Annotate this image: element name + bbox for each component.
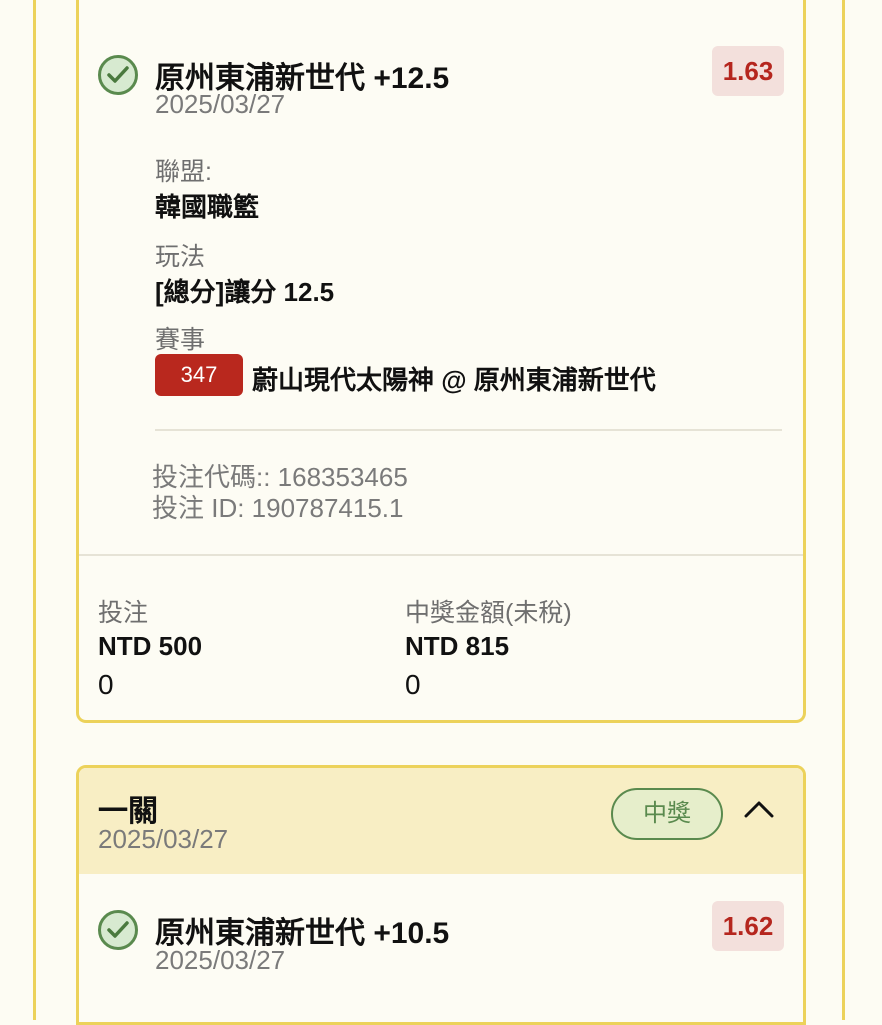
bet-card-header[interactable]: 一關 2025/03/27 中獎 <box>79 768 803 874</box>
bet-date: 2025/03/27 <box>98 824 229 854</box>
selection-date: 2025/03/27 <box>155 945 286 975</box>
payout-extra: 0 <box>405 669 421 700</box>
market-label: 玩法 <box>155 243 206 271</box>
odds-badge: 1.62 <box>712 901 784 951</box>
stake-extra: 0 <box>98 669 114 700</box>
market-value: [總分]讓分 12.5 <box>155 277 335 307</box>
chevron-up-icon[interactable] <box>743 798 775 820</box>
stake-label: 投注 <box>98 599 149 627</box>
bet-card: 一關 2025/03/27 中獎 原州東浦新世代 +10.5 2025/03/2… <box>76 765 806 1025</box>
event-label: 賽事 <box>155 326 206 354</box>
stake-value: NTD 500 <box>98 631 203 661</box>
bet-id: 投注 ID: 190787415.1 <box>152 493 404 523</box>
payout-value: NTD 815 <box>405 631 510 661</box>
league-label: 聯盟: <box>155 158 212 186</box>
league-value: 韓國職籃 <box>155 192 260 222</box>
payout-label: 中獎金額(未稅) <box>405 599 572 627</box>
bet-card: 原州東浦新世代 +12.5 2025/03/27 1.63 聯盟: 韓國職籃 玩… <box>76 0 806 723</box>
selection-date: 2025/03/27 <box>155 89 286 119</box>
divider <box>155 429 782 431</box>
event-name: 蔚山現代太陽神 @ 原州東浦新世代 <box>252 365 656 395</box>
check-circle-icon <box>98 910 138 950</box>
odds-badge: 1.63 <box>712 46 784 96</box>
event-number-badge: 347 <box>155 354 243 396</box>
status-badge: 中獎 <box>611 788 723 840</box>
check-circle-icon <box>98 55 138 95</box>
divider <box>79 554 803 556</box>
